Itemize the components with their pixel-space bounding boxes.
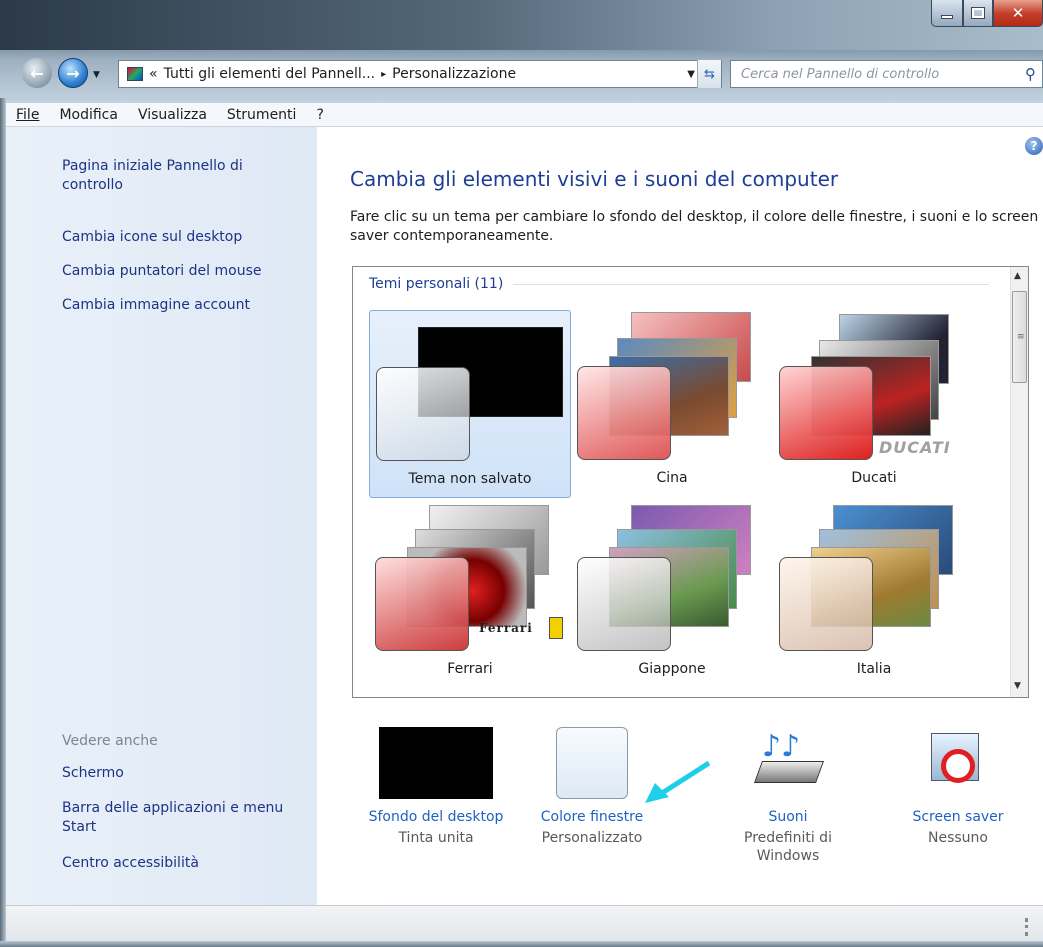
screen-saver-icon[interactable]	[923, 727, 993, 799]
search-box[interactable]: Cerca nel Pannello di controllo ⚲	[730, 60, 1043, 88]
menu-help[interactable]: ?	[316, 107, 323, 123]
theme-label: Cina	[656, 470, 688, 486]
breadcrumb-separator-icon[interactable]: ▸	[381, 69, 386, 80]
resize-grip-icon[interactable]	[1025, 918, 1031, 936]
maximize-icon	[971, 7, 985, 19]
screen-saver-value: Nessuno	[928, 830, 988, 846]
sidebar-link-control-panel-home[interactable]: Pagina iniziale Pannello di controllo	[62, 157, 282, 195]
help-icon: ?	[1030, 139, 1038, 153]
scroll-grip-icon: ≡	[1017, 332, 1025, 342]
menu-strumenti[interactable]: Strumenti	[227, 107, 297, 123]
theme-tile-ducati[interactable]: DUCATI Ducati	[773, 310, 975, 498]
theme-color-swatch	[577, 557, 671, 651]
help-button[interactable]: ?	[1025, 137, 1043, 155]
sidebar-link-mouse-pointers[interactable]: Cambia puntatori del mouse	[62, 262, 261, 281]
refresh-button[interactable]: ⇆	[697, 60, 721, 88]
theme-color-swatch	[779, 557, 873, 651]
address-bar[interactable]: « Tutti gli elementi del Pannell... ▸ Pe…	[118, 60, 722, 88]
scroll-thumb[interactable]: ≡	[1012, 291, 1027, 383]
navigation-bar: ← → ▼ « Tutti gli elementi del Pannell..…	[0, 50, 1043, 98]
theme-tile-unsaved[interactable]: Tema non salvato	[369, 310, 571, 498]
see-also-heading: Vedere anche	[62, 733, 158, 749]
scroll-up-icon[interactable]: ▲	[1014, 271, 1021, 281]
theme-group-label[interactable]: Temi personali (11)	[369, 276, 503, 292]
close-button[interactable]: ✕	[993, 0, 1043, 27]
sounds-item[interactable]: ♪♪ Suoni Predefiniti di Windows	[703, 727, 873, 865]
window-color-swatch[interactable]	[556, 727, 628, 799]
title-bar: ✕	[0, 0, 1043, 50]
menu-file[interactable]: File	[16, 107, 39, 123]
desktop-background-preview[interactable]	[379, 727, 493, 799]
menu-visualizza[interactable]: Visualizza	[138, 107, 207, 123]
back-arrow-icon: ←	[30, 63, 44, 83]
desktop-background-value: Tinta unita	[398, 830, 474, 846]
breadcrumb-personalization[interactable]: Personalizzazione	[392, 66, 516, 82]
ducati-logo: DUCATI	[879, 438, 951, 457]
back-button[interactable]: ←	[22, 58, 52, 88]
sidebar-link-display[interactable]: Schermo	[62, 764, 124, 783]
group-divider	[513, 283, 989, 285]
ferrari-logo: Ferrari	[479, 621, 533, 635]
sidebar-link-desktop-icons[interactable]: Cambia icone sul desktop	[62, 228, 242, 247]
sounds-value: Predefiniti di Windows	[744, 830, 832, 864]
refresh-icon: ⇆	[704, 66, 715, 82]
theme-group-header: Temi personali (11)	[369, 276, 989, 292]
theme-tile-giappone[interactable]: Giappone	[571, 501, 773, 689]
window-color-link[interactable]: Colore finestre	[507, 809, 677, 825]
screen-saver-link[interactable]: Screen saver	[873, 809, 1043, 825]
window-frame-bottom	[0, 941, 1043, 947]
sidebar-link-account-picture[interactable]: Cambia immagine account	[62, 296, 250, 315]
theme-tile-cina[interactable]: Cina	[571, 310, 773, 498]
forward-arrow-icon: →	[66, 63, 80, 83]
ferrari-shield-icon	[549, 617, 563, 639]
task-pane: Pagina iniziale Pannello di controllo Ca…	[6, 127, 317, 905]
minimize-icon	[941, 15, 953, 19]
window-controls: ✕	[931, 0, 1043, 30]
status-bar	[6, 905, 1043, 941]
page-description: Fare clic su un tema per cambiare lo sfo…	[350, 209, 1039, 244]
recent-pages-dropdown[interactable]: ▼	[93, 70, 100, 80]
content-area: ? Cambia gli elementi visivi e i suoni d…	[317, 127, 1043, 905]
address-dropdown-icon[interactable]: ▼	[687, 69, 695, 80]
sounds-link[interactable]: Suoni	[703, 809, 873, 825]
theme-label: Ferrari	[447, 661, 493, 677]
page-title: Cambia gli elementi visivi e i suoni del…	[350, 167, 839, 191]
control-panel-icon	[127, 67, 143, 81]
close-icon: ✕	[1011, 4, 1025, 22]
menu-modifica[interactable]: Modifica	[59, 107, 118, 123]
theme-list-scrollbar[interactable]: ▲ ≡ ▼	[1010, 267, 1028, 697]
breadcrumb-all-items[interactable]: Tutti gli elementi del Pannell...	[164, 66, 376, 82]
theme-color-swatch	[577, 366, 671, 460]
search-icon[interactable]: ⚲	[1025, 65, 1036, 83]
sidebar-link-taskbar[interactable]: Barra delle applicazioni e menu Start	[62, 799, 292, 837]
minimize-button[interactable]	[931, 0, 963, 27]
theme-color-swatch	[375, 557, 469, 651]
theme-list: Temi personali (11) Tema non salvato Cin…	[352, 266, 1029, 698]
desktop-background-link[interactable]: Sfondo del desktop	[351, 809, 521, 825]
theme-tile-ferrari[interactable]: Ferrari Ferrari	[369, 501, 571, 689]
theme-label: Giappone	[638, 661, 706, 677]
sidebar-link-ease-of-access[interactable]: Centro accessibilità	[62, 854, 199, 873]
menu-bar: File Modifica Visualizza Strumenti ?	[6, 103, 1043, 127]
sounds-icon[interactable]: ♪♪	[748, 727, 828, 799]
desktop-background-item[interactable]: Sfondo del desktop Tinta unita	[351, 727, 521, 847]
maximize-button[interactable]	[963, 0, 993, 27]
theme-label: Ducati	[851, 470, 897, 486]
theme-label: Italia	[856, 661, 892, 677]
theme-color-swatch	[779, 366, 873, 460]
scroll-down-icon[interactable]: ▼	[1014, 681, 1021, 691]
theme-color-swatch	[376, 367, 470, 461]
theme-tile-italia[interactable]: Italia	[773, 501, 975, 689]
address-overflow-chevron[interactable]: «	[149, 66, 158, 82]
search-input[interactable]: Cerca nel Pannello di controllo	[741, 67, 939, 82]
window-color-value: Personalizzato	[541, 830, 643, 846]
screen-saver-item[interactable]: Screen saver Nessuno	[873, 727, 1043, 847]
chevron-down-icon: ▼	[93, 70, 100, 80]
forward-button[interactable]: →	[58, 58, 88, 88]
theme-label: Tema non salvato	[408, 471, 532, 487]
